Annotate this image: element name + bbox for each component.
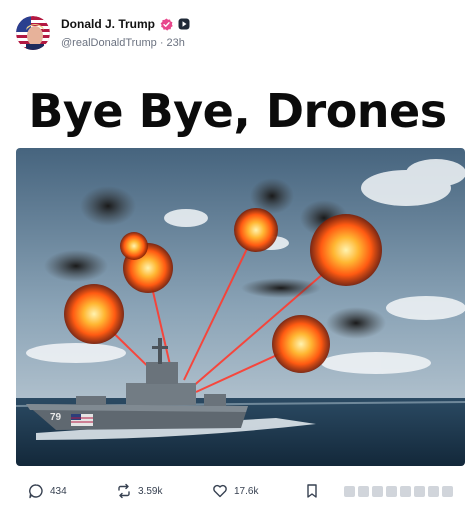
author-handle[interactable]: @realDonaldTrump — [61, 37, 157, 49]
hull-number: 79 — [50, 412, 62, 423]
action-bar: 434 3.59k 17.6k — [16, 481, 465, 501]
explosion — [272, 315, 330, 373]
more-icon — [372, 485, 383, 497]
more-icon — [358, 485, 369, 497]
retruth-button[interactable]: 3.59k — [116, 483, 162, 499]
reply-count: 434 — [50, 485, 67, 497]
bookmark-icon — [307, 484, 317, 498]
like-button[interactable]: 17.6k — [212, 483, 258, 499]
handle-row: @realDonaldTrump · 23h — [61, 37, 185, 49]
more-icon — [428, 485, 439, 497]
like-count: 17.6k — [234, 485, 259, 497]
author-name[interactable]: Donald J. Trump — [61, 17, 155, 31]
explosion — [310, 214, 382, 286]
post-headline: Bye Bye, Drones — [28, 84, 447, 138]
bookmark-button[interactable] — [304, 483, 320, 499]
avatar-image — [16, 16, 50, 50]
warship-laser-illustration: 79 — [16, 148, 465, 466]
more-icon — [386, 485, 397, 497]
more-icon — [414, 485, 425, 497]
retruth-count: 3.59k — [138, 485, 163, 497]
explosion — [64, 284, 124, 344]
post-image[interactable]: 79 — [16, 148, 465, 466]
heart-icon — [213, 484, 227, 498]
post-card: Donald J. Trump @realDonaldTrump · 23h B… — [0, 0, 475, 505]
reply-icon — [29, 484, 43, 499]
reply-button[interactable]: 434 — [28, 483, 67, 499]
more-icon — [344, 485, 355, 497]
more-actions[interactable] — [344, 485, 453, 497]
retruth-icon — [118, 483, 130, 499]
explosion — [120, 232, 148, 260]
timestamp[interactable]: 23h — [167, 37, 185, 49]
avatar[interactable] — [16, 16, 50, 50]
author-row: Donald J. Trump — [61, 17, 190, 31]
more-icon — [400, 485, 411, 497]
explosion — [234, 208, 278, 252]
more-icon — [442, 485, 453, 497]
verified-badge-icon — [160, 18, 173, 31]
subscriber-badge-icon — [178, 18, 190, 30]
separator: · — [159, 37, 164, 49]
